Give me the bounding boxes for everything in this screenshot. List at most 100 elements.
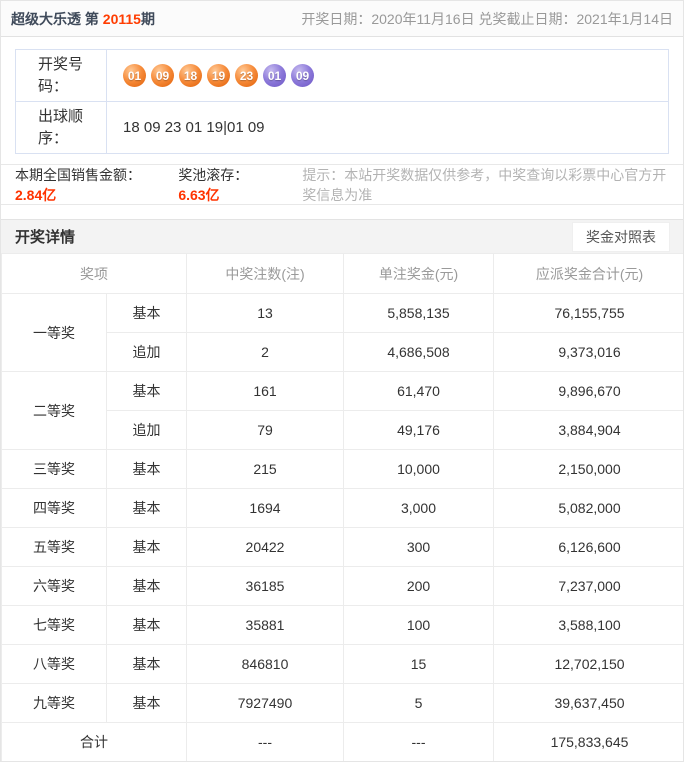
prize-name-cell: 六等奖 [1, 566, 107, 606]
single-prize-cell: 61,470 [343, 371, 494, 411]
win-count-cell: 7927490 [186, 683, 344, 723]
single-prize-cell: 300 [343, 527, 494, 567]
sales-amount: 本期全国销售金额： 2.84亿 [15, 165, 156, 205]
prize-table: 奖项 中奖注数(注) 单注奖金(元) 应派奖金合计(元) 一等奖 基本 13 5,85… [1, 253, 683, 761]
sales-bar: 本期全国销售金额： 2.84亿 奖池滚存： 6.63亿 提示：本站开奖数据仅供参考，… [1, 165, 683, 205]
details-header: 开奖详情 奖金对照表 [1, 219, 683, 253]
ball-order-row: 出球顺序： 18 09 23 01 19|01 09 [15, 101, 669, 154]
issue-number: 20115 [102, 10, 141, 27]
prize-type-cell: 基本 [106, 371, 187, 411]
prize-type-cell: 基本 [106, 566, 187, 606]
total-prize-cell: 76,155,755 [493, 293, 683, 333]
prize-table-body: 一等奖 基本 13 5,858,135 76,155,755 追加 2 4,686,508 9,… [1, 293, 683, 723]
prize-type-cell: 追加 [106, 332, 187, 372]
single-prize-cell: 4,686,508 [343, 332, 494, 372]
prize-table-row: 七等奖 基本 35881 100 3,588,100 [1, 605, 683, 645]
front-ball: 23 [235, 64, 258, 87]
pool-value: 6.63亿 [178, 186, 220, 203]
prize-name-cell: 八等奖 [1, 644, 107, 684]
front-ball: 01 [123, 64, 146, 87]
prize-type-cell: 基本 [106, 683, 187, 723]
prize-name-cell: 三等奖 [1, 449, 107, 489]
back-ball: 09 [291, 64, 314, 87]
prize-table-header-row: 奖项 中奖注数(注) 单注奖金(元) 应派奖金合计(元) [1, 253, 683, 294]
pool-label: 奖池滚存： [178, 166, 249, 183]
details-title: 开奖详情 [15, 229, 76, 246]
win-count-cell: 36185 [186, 566, 344, 606]
footer-single: --- [343, 722, 494, 761]
prize-type-cell: 追加 [106, 410, 187, 450]
prize-type-cell: 基本 [106, 293, 187, 333]
win-count-cell: 1694 [186, 488, 344, 528]
total-prize-cell: 6,126,600 [493, 527, 683, 567]
prize-type-cell: 基本 [106, 527, 187, 567]
front-ball: 18 [179, 64, 202, 87]
title-prefix: 超级大乐透 第 [11, 10, 103, 27]
prize-table-row: 四等奖 基本 1694 3,000 5,082,000 [1, 488, 683, 528]
prize-type-cell: 基本 [106, 644, 187, 684]
lottery-result-page: 超级大乐透 第 20115期 开奖日期：2020年11月16日 兑奖截止日期：2… [0, 0, 684, 762]
footer-label: 合计 [1, 722, 187, 761]
single-prize-cell: 3,000 [343, 488, 494, 528]
prize-table-row: 六等奖 基本 36185 200 7,237,000 [1, 566, 683, 606]
total-prize-cell: 2,150,000 [493, 449, 683, 489]
prize-table-row: 五等奖 基本 20422 300 6,126,600 [1, 527, 683, 567]
prize-type-cell: 基本 [106, 605, 187, 645]
total-prize-cell: 9,896,670 [493, 371, 683, 411]
sales-value: 2.84亿 [15, 186, 57, 203]
single-prize-cell: 200 [343, 566, 494, 606]
ball-order-value: 18 09 23 01 19|01 09 [123, 118, 265, 136]
prize-type-cell: 基本 [106, 449, 187, 489]
total-prize-cell: 9,373,016 [493, 332, 683, 372]
prize-table-row: 三等奖 基本 215 10,000 2,150,000 [1, 449, 683, 489]
prize-type-cell: 基本 [106, 488, 187, 528]
back-ball: 01 [263, 64, 286, 87]
draw-dates: 开奖日期：2020年11月16日 兑奖截止日期：2021年1月14日 [301, 10, 673, 27]
disclaimer-hint: 提示：本站开奖数据仅供参考，中奖查询以彩票中心官方开奖信息为准 [302, 166, 667, 203]
win-count-cell: 2 [186, 332, 344, 372]
prize-table-footer-row: 合计 --- --- 175,833,645 [1, 722, 683, 761]
win-count-cell: 161 [186, 371, 344, 411]
prize-name-cell: 九等奖 [1, 683, 107, 723]
total-prize-cell: 7,237,000 [493, 566, 683, 606]
sales-label: 本期全国销售金额： [15, 166, 141, 183]
prize-name-cell: 五等奖 [1, 527, 107, 567]
win-count-cell: 35881 [186, 605, 344, 645]
total-prize-cell: 3,884,904 [493, 410, 683, 450]
numbers-table: 开奖号码： 01 09 18 19 23 01 09 出球顺序： 18 09 23 01 1… [15, 49, 669, 154]
prize-table-row: 九等奖 基本 7927490 5 39,637,450 [1, 683, 683, 723]
col-header-single: 单注奖金(元) [343, 253, 494, 294]
prize-compare-button[interactable]: 奖金对照表 [572, 221, 670, 252]
pool-amount: 奖池滚存： 6.63亿 [178, 165, 272, 205]
single-prize-cell: 15 [343, 644, 494, 684]
prize-name-cell: 二等奖 [1, 371, 107, 450]
single-prize-cell: 5,858,135 [343, 293, 494, 333]
single-prize-cell: 10,000 [343, 449, 494, 489]
topbar: 超级大乐透 第 20115期 开奖日期：2020年11月16日 兑奖截止日期：2… [1, 1, 683, 37]
ball-row: 01 09 18 19 23 01 09 [123, 64, 668, 87]
col-header-prize: 奖项 [1, 253, 187, 294]
draw-numbers-label: 开奖号码： [15, 49, 107, 102]
single-prize-cell: 49,176 [343, 410, 494, 450]
col-header-count: 中奖注数(注) [186, 253, 344, 294]
prize-name-cell: 四等奖 [1, 488, 107, 528]
draw-numbers-row: 开奖号码： 01 09 18 19 23 01 09 [15, 49, 669, 102]
title-suffix: 期 [140, 10, 155, 27]
winning-numbers-section: 开奖号码： 01 09 18 19 23 01 09 出球顺序： 18 09 23 01 1… [1, 37, 683, 165]
page-title: 超级大乐透 第 20115期 [11, 9, 155, 29]
single-prize-cell: 5 [343, 683, 494, 723]
win-count-cell: 79 [186, 410, 344, 450]
win-count-cell: 13 [186, 293, 344, 333]
total-prize-cell: 39,637,450 [493, 683, 683, 723]
prize-table-row: 一等奖 基本 13 5,858,135 76,155,755 [1, 293, 683, 372]
win-count-cell: 215 [186, 449, 344, 489]
total-prize-cell: 12,702,150 [493, 644, 683, 684]
col-header-total: 应派奖金合计(元) [493, 253, 683, 294]
single-prize-cell: 100 [343, 605, 494, 645]
ball-order-label: 出球顺序： [15, 101, 107, 154]
win-count-cell: 846810 [186, 644, 344, 684]
section-gap [1, 205, 683, 219]
prize-table-row: 二等奖 基本 161 61,470 9,896,670 [1, 371, 683, 450]
footer-total: 175,833,645 [493, 722, 683, 761]
front-ball: 19 [207, 64, 230, 87]
